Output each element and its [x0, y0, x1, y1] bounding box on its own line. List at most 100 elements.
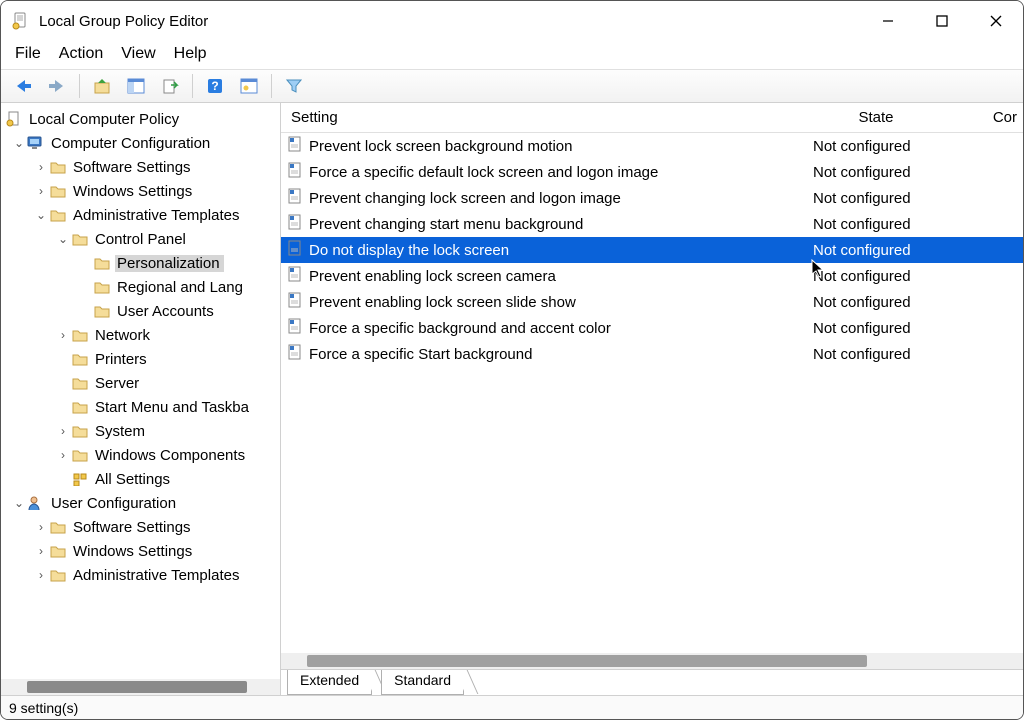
filter-button[interactable] [280, 73, 308, 99]
tree[interactable]: Local Computer Policy ⌄ Computer Configu… [1, 103, 280, 679]
app-window: Local Group Policy Editor File Action Vi… [0, 0, 1024, 720]
up-button[interactable] [88, 73, 116, 99]
folder-icon [71, 446, 89, 464]
toolbar-separator [271, 74, 272, 98]
setting-state: Not configured [761, 320, 991, 337]
tree-computer-config[interactable]: ⌄ Computer Configuration [5, 131, 280, 155]
maximize-button[interactable] [915, 1, 969, 41]
tree-user-accounts[interactable]: User Accounts [5, 299, 280, 323]
tree-windows-components[interactable]: › Windows Components [5, 443, 280, 467]
column-state[interactable]: State [761, 109, 991, 126]
help-button[interactable]: ? [201, 73, 229, 99]
menu-view[interactable]: View [121, 45, 155, 63]
expand-icon[interactable]: › [33, 184, 49, 198]
tree-all-settings[interactable]: All Settings [5, 467, 280, 491]
tree-printers[interactable]: Printers [5, 347, 280, 371]
tree-label: Administrative Templates [71, 207, 243, 224]
setting-name: Force a specific background and accent c… [309, 320, 611, 337]
tree-start-menu[interactable]: Start Menu and Taskba [5, 395, 280, 419]
expand-icon[interactable]: ⌄ [11, 136, 27, 150]
tree-admin-templates[interactable]: ⌄ Administrative Templates [5, 203, 280, 227]
setting-name: Prevent enabling lock screen camera [309, 268, 556, 285]
setting-row[interactable]: Prevent lock screen background motionNot… [281, 133, 1023, 159]
tree-software-settings[interactable]: › Software Settings [5, 155, 280, 179]
expand-icon[interactable]: ⌄ [11, 496, 27, 510]
close-button[interactable] [969, 1, 1023, 41]
setting-row[interactable]: Prevent enabling lock screen slide showN… [281, 289, 1023, 315]
setting-name: Do not display the lock screen [309, 242, 509, 259]
folder-icon [71, 350, 89, 368]
folder-icon [71, 230, 89, 248]
view-tabs: Extended Standard [281, 669, 1023, 695]
column-comment[interactable]: Cor [991, 109, 1023, 126]
expand-icon[interactable]: ⌄ [33, 208, 49, 222]
scrollbar-thumb[interactable] [27, 681, 247, 693]
setting-row[interactable]: Do not display the lock screen Not config… [281, 237, 1023, 263]
tree-label: Local Computer Policy [27, 111, 183, 128]
tree-label: Computer Configuration [49, 135, 214, 152]
tab-extended[interactable]: Extended [287, 670, 372, 695]
setting-row[interactable]: Prevent changing start menu backgroundNo… [281, 211, 1023, 237]
minimize-button[interactable] [861, 1, 915, 41]
tree-u-admin-templates[interactable]: › Administrative Templates [5, 563, 280, 587]
tree-personalization[interactable]: Personalization [5, 251, 280, 275]
expand-icon[interactable]: › [33, 544, 49, 558]
tree-u-windows-settings[interactable]: › Windows Settings [5, 539, 280, 563]
back-button[interactable] [9, 73, 37, 99]
scrollbar-thumb[interactable] [307, 655, 867, 667]
show-hide-tree-button[interactable] [122, 73, 150, 99]
expand-icon[interactable]: ⌄ [55, 232, 71, 246]
folder-icon [71, 422, 89, 440]
setting-state: Not configured [761, 242, 991, 259]
menu-help[interactable]: Help [174, 45, 207, 63]
tree-regional[interactable]: Regional and Lang [5, 275, 280, 299]
policy-item-icon [287, 292, 303, 312]
expand-icon[interactable]: › [55, 424, 71, 438]
tree-system[interactable]: › System [5, 419, 280, 443]
tree-u-software-settings[interactable]: › Software Settings [5, 515, 280, 539]
setting-row[interactable]: Force a specific Start backgroundNot con… [281, 341, 1023, 367]
tree-windows-settings[interactable]: › Windows Settings [5, 179, 280, 203]
expand-icon[interactable]: › [33, 160, 49, 174]
menu-action[interactable]: Action [59, 45, 103, 63]
folder-icon [49, 182, 67, 200]
tree-server[interactable]: Server [5, 371, 280, 395]
folder-icon [71, 326, 89, 344]
options-button[interactable] [235, 73, 263, 99]
tree-label: Windows Settings [71, 183, 196, 200]
toolbar: ? [1, 69, 1023, 103]
column-setting[interactable]: Setting [281, 109, 761, 126]
folder-icon [93, 278, 111, 296]
export-button[interactable] [156, 73, 184, 99]
expand-icon[interactable]: › [55, 448, 71, 462]
all-settings-icon [71, 470, 89, 488]
menu-file[interactable]: File [15, 45, 41, 63]
tree-horizontal-scrollbar[interactable] [1, 679, 280, 695]
expand-icon[interactable]: › [33, 568, 49, 582]
setting-name: Force a specific default lock screen and… [309, 164, 658, 181]
list-horizontal-scrollbar[interactable] [281, 653, 1023, 669]
folder-icon [49, 566, 67, 584]
settings-list[interactable]: Prevent lock screen background motionNot… [281, 133, 1023, 653]
folder-icon [49, 518, 67, 536]
tree-root[interactable]: Local Computer Policy [5, 107, 280, 131]
expand-icon[interactable]: › [55, 328, 71, 342]
tab-standard[interactable]: Standard [381, 670, 464, 695]
setting-state: Not configured [761, 346, 991, 363]
tree-control-panel[interactable]: ⌄ Control Panel [5, 227, 280, 251]
setting-row[interactable]: Force a specific default lock screen and… [281, 159, 1023, 185]
tree-label: Windows Components [93, 447, 249, 464]
toolbar-separator [79, 74, 80, 98]
policy-item-icon [287, 240, 303, 260]
setting-state: Not configured [761, 138, 991, 155]
expand-icon[interactable]: › [33, 520, 49, 534]
folder-icon [71, 374, 89, 392]
setting-row[interactable]: Prevent enabling lock screen cameraNot c… [281, 263, 1023, 289]
forward-button[interactable] [43, 73, 71, 99]
toolbar-separator [192, 74, 193, 98]
tree-user-config[interactable]: ⌄ User Configuration [5, 491, 280, 515]
setting-row[interactable]: Prevent changing lock screen and logon i… [281, 185, 1023, 211]
tree-network[interactable]: › Network [5, 323, 280, 347]
setting-row[interactable]: Force a specific background and accent c… [281, 315, 1023, 341]
tree-label: Control Panel [93, 231, 190, 248]
